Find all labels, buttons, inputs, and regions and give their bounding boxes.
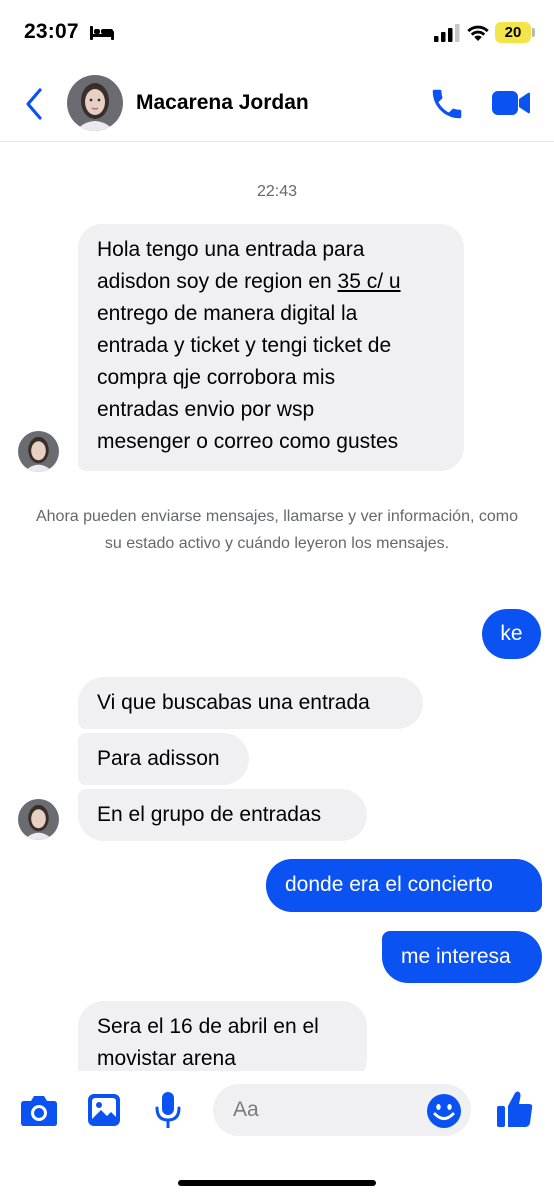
message-thread[interactable]: 22:43 Hola tengo una entrada para adisdo… <box>0 143 554 1071</box>
message-line: entrego de manera digital la <box>97 302 358 325</box>
sleep-focus-icon <box>90 26 114 40</box>
message-line: mesenger o correo como gustes <box>97 430 399 453</box>
wifi-icon <box>467 25 489 41</box>
incoming-message-bubble[interactable]: Sera el 16 de abril en el movistar arena <box>78 1001 367 1071</box>
message-line: entradas envio por wsp <box>97 398 315 421</box>
incoming-message-bubble[interactable]: Vi que buscabas una entrada <box>78 677 423 729</box>
photo-gallery-icon[interactable] <box>87 1093 121 1127</box>
incoming-message-bubble[interactable]: Para adisson <box>78 733 249 785</box>
outgoing-message-bubble[interactable]: donde era el concierto <box>266 859 542 912</box>
phone-call-icon[interactable] <box>428 85 466 123</box>
incoming-message-bubble[interactable]: Hola tengo una entrada para adisdon soy … <box>78 224 464 471</box>
incoming-message-bubble[interactable]: En el grupo de entradas <box>78 789 367 841</box>
message-composer <box>0 1071 554 1151</box>
camera-icon[interactable] <box>20 1093 58 1127</box>
thumbs-up-icon[interactable] <box>495 1089 535 1129</box>
status-time: 23:07 <box>24 20 79 43</box>
system-notice: Ahora pueden enviarse mensajes, llamarse… <box>35 508 518 552</box>
battery-indicator: 20 <box>495 22 531 43</box>
message-line: entrada y ticket y tengi ticket de <box>97 334 392 357</box>
back-chevron-icon[interactable] <box>22 86 46 122</box>
message-line: compra qje corrobora mis <box>97 366 336 389</box>
emoji-icon[interactable] <box>426 1093 462 1129</box>
message-input[interactable] <box>233 1084 423 1136</box>
message-input-container[interactable] <box>213 1084 471 1136</box>
outgoing-message-bubble[interactable]: ke <box>482 609 541 659</box>
outgoing-message-bubble[interactable]: me interesa <box>382 931 542 983</box>
message-underlined-text: 35 c/ u <box>337 270 401 293</box>
sender-avatar[interactable] <box>18 431 59 472</box>
contact-avatar[interactable] <box>67 75 123 131</box>
sender-avatar-icon <box>18 431 59 472</box>
message-line: adisdon soy de region en <box>97 270 332 293</box>
cellular-signal-icon <box>434 24 460 42</box>
microphone-icon[interactable] <box>153 1091 183 1129</box>
contact-name[interactable]: Macarena Jordan <box>136 91 309 115</box>
sender-avatar[interactable] <box>18 799 59 840</box>
conversation-header: Macarena Jordan <box>0 66 554 142</box>
message-timestamp: 22:43 <box>256 183 298 200</box>
sender-avatar-icon <box>18 799 59 840</box>
home-indicator[interactable] <box>178 1180 376 1186</box>
status-bar: 23:07 20 <box>0 0 554 66</box>
message-line: Hola tengo una entrada para <box>97 238 365 261</box>
battery-tip <box>532 28 535 37</box>
contact-avatar-icon <box>67 75 123 131</box>
video-call-icon[interactable] <box>492 88 530 118</box>
